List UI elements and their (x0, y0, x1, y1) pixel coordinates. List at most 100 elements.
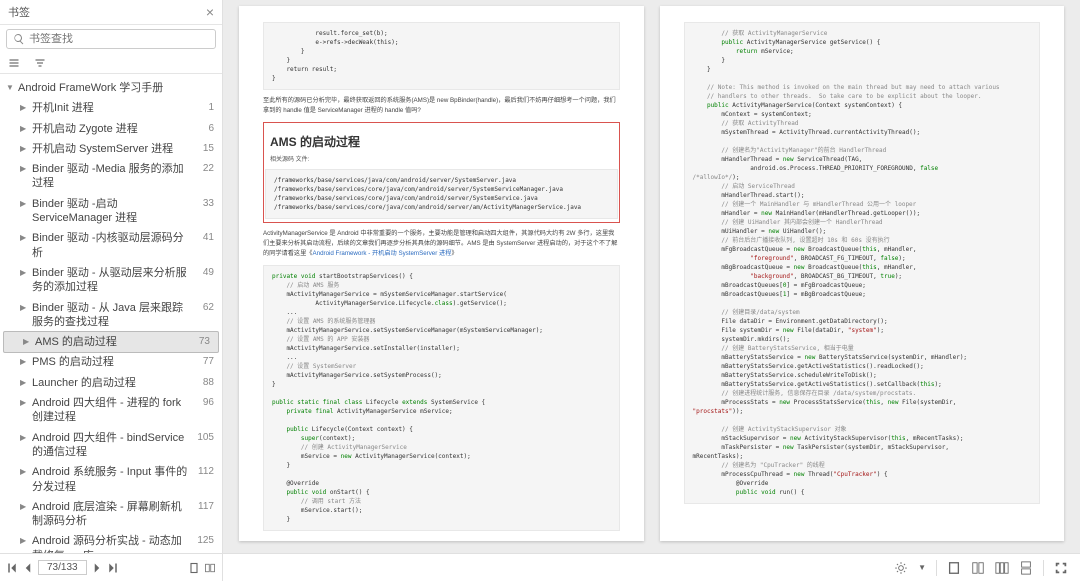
outline-item[interactable]: ▶Android 四大组件 - 进程的 fork 创建过程96 (0, 393, 222, 428)
outline-label: Binder 驱动 - 从驱动层来分析服务的添加过程 (32, 266, 188, 295)
expand-all-icon[interactable] (8, 57, 20, 69)
fullscreen-icon[interactable] (1054, 561, 1068, 575)
search-icon (13, 33, 25, 45)
last-page-icon[interactable] (107, 562, 119, 574)
code-block: // 获取 ActivityManagerService public Acti… (684, 22, 1041, 504)
close-sidebar-icon[interactable]: × (206, 4, 214, 20)
page-input[interactable]: 73/133 (38, 560, 87, 575)
outline-item[interactable]: ▶Binder 驱动 - 从驱动层来分析服务的添加过程49 (0, 263, 222, 298)
code-block: /frameworks/base/services/java/com/andro… (265, 169, 618, 219)
first-page-icon[interactable] (6, 562, 18, 574)
toggle-icon[interactable]: ▶ (20, 376, 32, 387)
bookmark-search[interactable] (6, 29, 216, 49)
outline-item[interactable]: ▶开机启动 SystemServer 进程15 (0, 139, 222, 159)
outline-page: 117 (188, 500, 214, 512)
outline-page: 96 (188, 396, 214, 408)
toggle-icon[interactable]: ▼ (6, 81, 18, 92)
view-mode-2-icon[interactable] (971, 561, 985, 575)
page-left: result.force_set(b); e->refs->decWeak(th… (239, 6, 644, 541)
toggle-icon[interactable]: ▶ (20, 101, 32, 112)
outline-label: 开机启动 Zygote 进程 (32, 122, 188, 136)
toggle-icon[interactable]: ▶ (20, 162, 32, 173)
prev-page-icon[interactable] (22, 562, 34, 574)
toggle-icon[interactable]: ▶ (20, 465, 32, 476)
search-input[interactable] (29, 33, 209, 45)
toggle-icon[interactable]: ▶ (20, 266, 32, 277)
outline-item[interactable]: ▶开机启动 Zygote 进程6 (0, 119, 222, 139)
toggle-icon[interactable]: ▶ (20, 301, 32, 312)
outline-page: 22 (188, 162, 214, 174)
outline-page: 73 (184, 335, 210, 347)
outline-page: 62 (188, 301, 214, 313)
next-page-icon[interactable] (91, 562, 103, 574)
outline-tree[interactable]: ▼Android FrameWork 学习手册▶开机Init 进程1▶开机启动 … (0, 74, 222, 581)
code-block: private void startBootstrapServices() { … (263, 265, 620, 531)
outline-item[interactable]: ▶Android 四大组件 - bindService 的通信过程105 (0, 428, 222, 463)
outline-item[interactable]: ▶Binder 驱动 -启动 ServiceManager 进程33 (0, 194, 222, 229)
toggle-icon[interactable]: ▶ (20, 231, 32, 242)
outline-page: 15 (188, 142, 214, 154)
view-single-icon[interactable] (188, 562, 200, 574)
outline-label: Binder 驱动 -Media 服务的添加过程 (32, 162, 188, 191)
heading-ams: AMS 的启动过程 (266, 133, 617, 150)
toggle-icon[interactable]: ▶ (20, 396, 32, 407)
outline-label: Binder 驱动 -内核驱动层源码分析 (32, 231, 188, 260)
outline-label: 开机Init 进程 (32, 101, 188, 115)
outline-page: 49 (188, 266, 214, 278)
toggle-icon[interactable]: ▶ (20, 142, 32, 153)
collapse-all-icon[interactable] (34, 57, 46, 69)
toggle-icon[interactable]: ▶ (23, 335, 35, 346)
outline-page: 112 (188, 465, 214, 477)
outline-page: 41 (188, 231, 214, 243)
pager: 73/133 (0, 553, 222, 581)
sidebar-title: 书签 (8, 4, 30, 20)
outline-item[interactable]: ▶Binder 驱动 -Media 服务的添加过程22 (0, 159, 222, 194)
outline-label: PMS 的启动过程 (32, 355, 188, 369)
toggle-icon[interactable]: ▶ (20, 197, 32, 208)
outline-page: 88 (188, 376, 214, 388)
outline-item[interactable]: ▶Android 底层渲染 - 屏幕刷新机制源码分析117 (0, 497, 222, 532)
toggle-icon[interactable]: ▶ (20, 431, 32, 442)
view-mode-3-icon[interactable] (995, 561, 1009, 575)
outline-item[interactable]: ▶开机Init 进程1 (0, 98, 222, 118)
hyperlink[interactable]: Android Framework - 开机启动 SystemServer 进程 (313, 250, 452, 257)
brightness-icon[interactable] (894, 561, 908, 575)
outline-item[interactable]: ▶Launcher 的启动过程88 (0, 373, 222, 393)
subheading: 相关源码 文件: (266, 154, 617, 163)
outline-label: Android 四大组件 - 进程的 fork 创建过程 (32, 396, 188, 425)
code-block: result.force_set(b); e->refs->decWeak(th… (263, 22, 620, 90)
outline-item[interactable]: ▼Android FrameWork 学习手册 (0, 78, 222, 98)
outline-item[interactable]: ▶PMS 的启动过程77 (0, 352, 222, 372)
toggle-icon[interactable]: ▶ (20, 500, 32, 511)
page-right: // 获取 ActivityManagerService public Acti… (660, 6, 1065, 541)
toggle-icon[interactable]: ▶ (20, 355, 32, 366)
outline-page: 6 (188, 122, 214, 134)
outline-label: Android 系统服务 - Input 事件的分发过程 (32, 465, 188, 494)
highlight-box: AMS 的启动过程 相关源码 文件: /frameworks/base/serv… (263, 122, 620, 223)
outline-item[interactable]: ▶Android 系统服务 - Input 事件的分发过程112 (0, 462, 222, 497)
brightness-dropdown-icon[interactable]: ▼ (918, 563, 926, 572)
view-facing-icon[interactable] (204, 562, 216, 574)
bookmarks-sidebar: 书签 × ▼Android FrameWork 学习手册▶开机Init 进程1▶… (0, 0, 223, 581)
outline-label: Android 底层渲染 - 屏幕刷新机制源码分析 (32, 500, 188, 529)
outline-label: Android 四大组件 - bindService 的通信过程 (32, 431, 188, 460)
bottom-toolbar: ▼ (223, 553, 1080, 581)
outline-page: 1 (188, 101, 214, 113)
outline-label: 开机启动 SystemServer 进程 (32, 142, 188, 156)
outline-label: AMS 的启动过程 (35, 335, 184, 349)
outline-page: 125 (188, 534, 214, 546)
outline-item[interactable]: ▶AMS 的启动过程73 (3, 331, 219, 353)
outline-item[interactable]: ▶Binder 驱动 -内核驱动层源码分析41 (0, 228, 222, 263)
view-mode-1-icon[interactable] (947, 561, 961, 575)
paragraph: 至此所有的源码已分析完毕，最终获取返回的系统服务(AMS)是 new BpBin… (263, 96, 620, 116)
toggle-icon[interactable]: ▶ (20, 534, 32, 545)
view-mode-scroll-icon[interactable] (1019, 561, 1033, 575)
outline-item[interactable]: ▶Binder 驱动 - 从 Java 层来跟踪服务的查找过程62 (0, 298, 222, 333)
outline-label: Binder 驱动 -启动 ServiceManager 进程 (32, 197, 188, 226)
outline-label: Binder 驱动 - 从 Java 层来跟踪服务的查找过程 (32, 301, 188, 330)
outline-label: Launcher 的启动过程 (32, 376, 188, 390)
toggle-icon[interactable]: ▶ (20, 122, 32, 133)
outline-page: 77 (188, 355, 214, 367)
page-viewport[interactable]: result.force_set(b); e->refs->decWeak(th… (223, 0, 1080, 581)
outline-page: 105 (188, 431, 214, 443)
